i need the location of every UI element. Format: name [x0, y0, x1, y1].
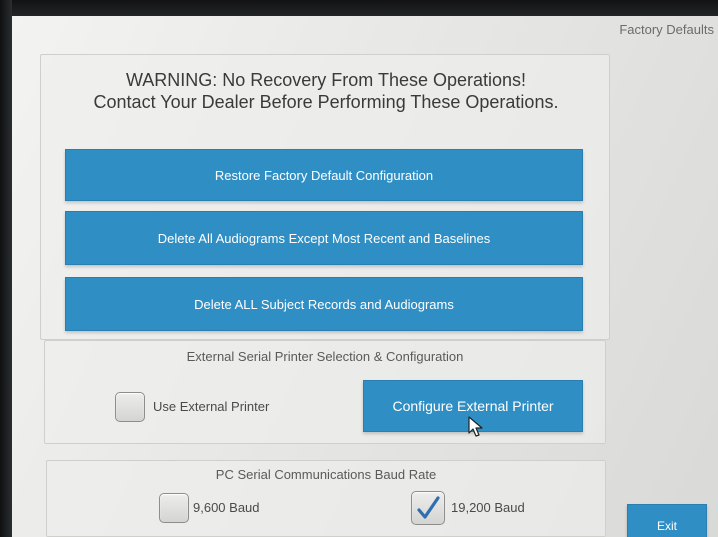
- warning-line-1: WARNING: No Recovery From These Operatio…: [125, 70, 527, 90]
- use-external-printer-checkbox[interactable]: [115, 392, 145, 422]
- screen: Factory Defaults WARNING: No Recovery Fr…: [12, 16, 718, 537]
- delete-all-records-button[interactable]: Delete ALL Subject Records and Audiogram…: [65, 277, 583, 331]
- printer-panel: External Serial Printer Selection & Conf…: [44, 340, 606, 444]
- baud-9600-checkbox[interactable]: [159, 493, 189, 523]
- baud-9600-label: 9,600 Baud: [193, 500, 260, 515]
- warning-text: WARNING: No Recovery From These Operatio…: [41, 69, 611, 113]
- printer-section-label: External Serial Printer Selection & Conf…: [186, 349, 464, 364]
- destructive-operations-panel: WARNING: No Recovery From These Operatio…: [40, 54, 610, 340]
- window-title: Factory Defaults: [619, 22, 714, 37]
- use-external-printer-label: Use External Printer: [153, 399, 270, 414]
- mouse-cursor-icon: [468, 416, 484, 443]
- checkmark-icon: [417, 496, 440, 519]
- monitor-bezel-left: [0, 0, 12, 537]
- restore-factory-defaults-button[interactable]: Restore Factory Default Configuration: [65, 149, 583, 201]
- baud-rate-panel: PC Serial Communications Baud Rate 9,600…: [46, 460, 606, 537]
- delete-audiograms-button[interactable]: Delete All Audiograms Except Most Recent…: [65, 211, 583, 265]
- warning-line-2: Contact Your Dealer Before Performing Th…: [93, 92, 559, 112]
- baud-section-label: PC Serial Communications Baud Rate: [215, 467, 437, 482]
- baud-19200-checkbox[interactable]: [411, 491, 445, 525]
- exit-button[interactable]: Exit: [627, 504, 707, 537]
- baud-19200-label: 19,200 Baud: [451, 500, 525, 515]
